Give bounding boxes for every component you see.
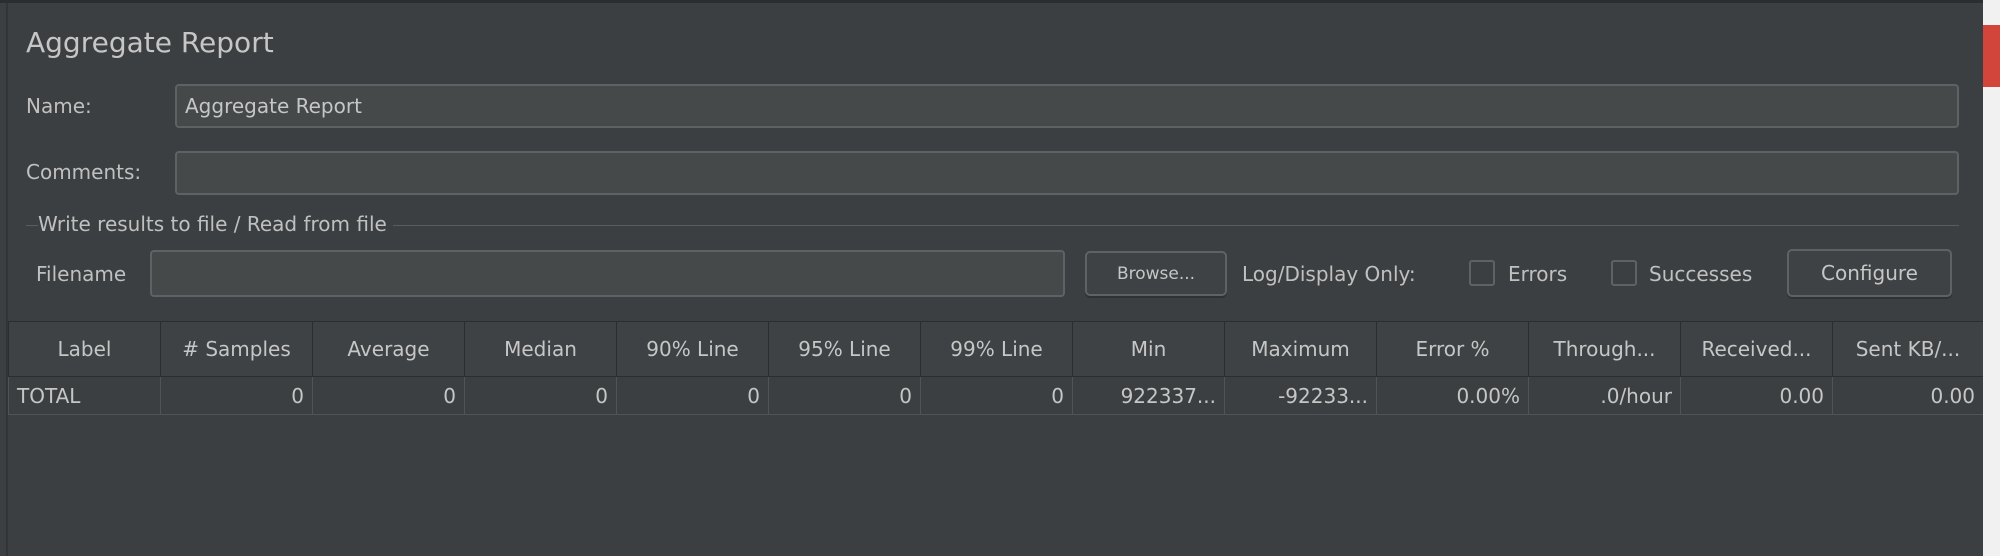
column-header-maximum[interactable]: Maximum xyxy=(1224,321,1377,377)
cell-maximum: -92233... xyxy=(1224,376,1377,415)
panel-title: Aggregate Report xyxy=(26,26,274,59)
name-label: Name: xyxy=(26,94,92,118)
cell-samples: 0 xyxy=(160,376,313,415)
successes-checkbox[interactable] xyxy=(1611,260,1637,286)
column-header-label[interactable]: Label xyxy=(8,321,161,377)
column-header-throughput[interactable]: Through... xyxy=(1528,321,1681,377)
cell-error-pct: 0.00% xyxy=(1376,376,1529,415)
successes-label[interactable]: Successes xyxy=(1649,262,1752,286)
top-border xyxy=(0,0,1983,3)
configure-button[interactable]: Configure xyxy=(1787,249,1952,297)
column-header-median[interactable]: Median xyxy=(464,321,617,377)
table-row[interactable]: TOTAL 0 0 0 0 0 0 922337... -92233... 0.… xyxy=(8,376,1984,415)
background-window-red-badge xyxy=(1983,25,2000,87)
column-header-90-line[interactable]: 90% Line xyxy=(616,321,769,377)
cell-median: 0 xyxy=(464,376,617,415)
errors-checkbox[interactable] xyxy=(1469,260,1495,286)
cell-average: 0 xyxy=(312,376,465,415)
filename-input[interactable] xyxy=(150,250,1065,297)
aggregate-table: Label # Samples Average Median 90% Line … xyxy=(8,321,1984,415)
table-header-row: Label # Samples Average Median 90% Line … xyxy=(8,321,1984,377)
column-header-sent[interactable]: Sent KB/... xyxy=(1832,321,1984,377)
cell-99-line: 0 xyxy=(920,376,1073,415)
column-header-samples[interactable]: # Samples xyxy=(160,321,313,377)
cell-min: 922337... xyxy=(1072,376,1225,415)
cell-sent: 0.00 xyxy=(1832,376,1984,415)
comments-label: Comments: xyxy=(26,160,142,184)
errors-label[interactable]: Errors xyxy=(1508,262,1567,286)
column-header-error-pct[interactable]: Error % xyxy=(1376,321,1529,377)
cell-label: TOTAL xyxy=(8,376,161,415)
column-header-average[interactable]: Average xyxy=(312,321,465,377)
file-section-label: Write results to file / Read from file xyxy=(38,212,393,240)
name-input[interactable]: Aggregate Report xyxy=(175,84,1959,128)
comments-input[interactable] xyxy=(175,151,1959,195)
browse-button[interactable]: Browse... xyxy=(1085,251,1227,296)
log-display-only-label: Log/Display Only: xyxy=(1242,262,1416,286)
cell-received: 0.00 xyxy=(1680,376,1833,415)
cell-95-line: 0 xyxy=(768,376,921,415)
filename-label: Filename xyxy=(36,262,127,286)
left-border xyxy=(6,3,8,556)
cell-throughput: .0/hour xyxy=(1528,376,1681,415)
column-header-95-line[interactable]: 95% Line xyxy=(768,321,921,377)
cell-90-line: 0 xyxy=(616,376,769,415)
column-header-min[interactable]: Min xyxy=(1072,321,1225,377)
column-header-99-line[interactable]: 99% Line xyxy=(920,321,1073,377)
column-header-received[interactable]: Received... xyxy=(1680,321,1833,377)
